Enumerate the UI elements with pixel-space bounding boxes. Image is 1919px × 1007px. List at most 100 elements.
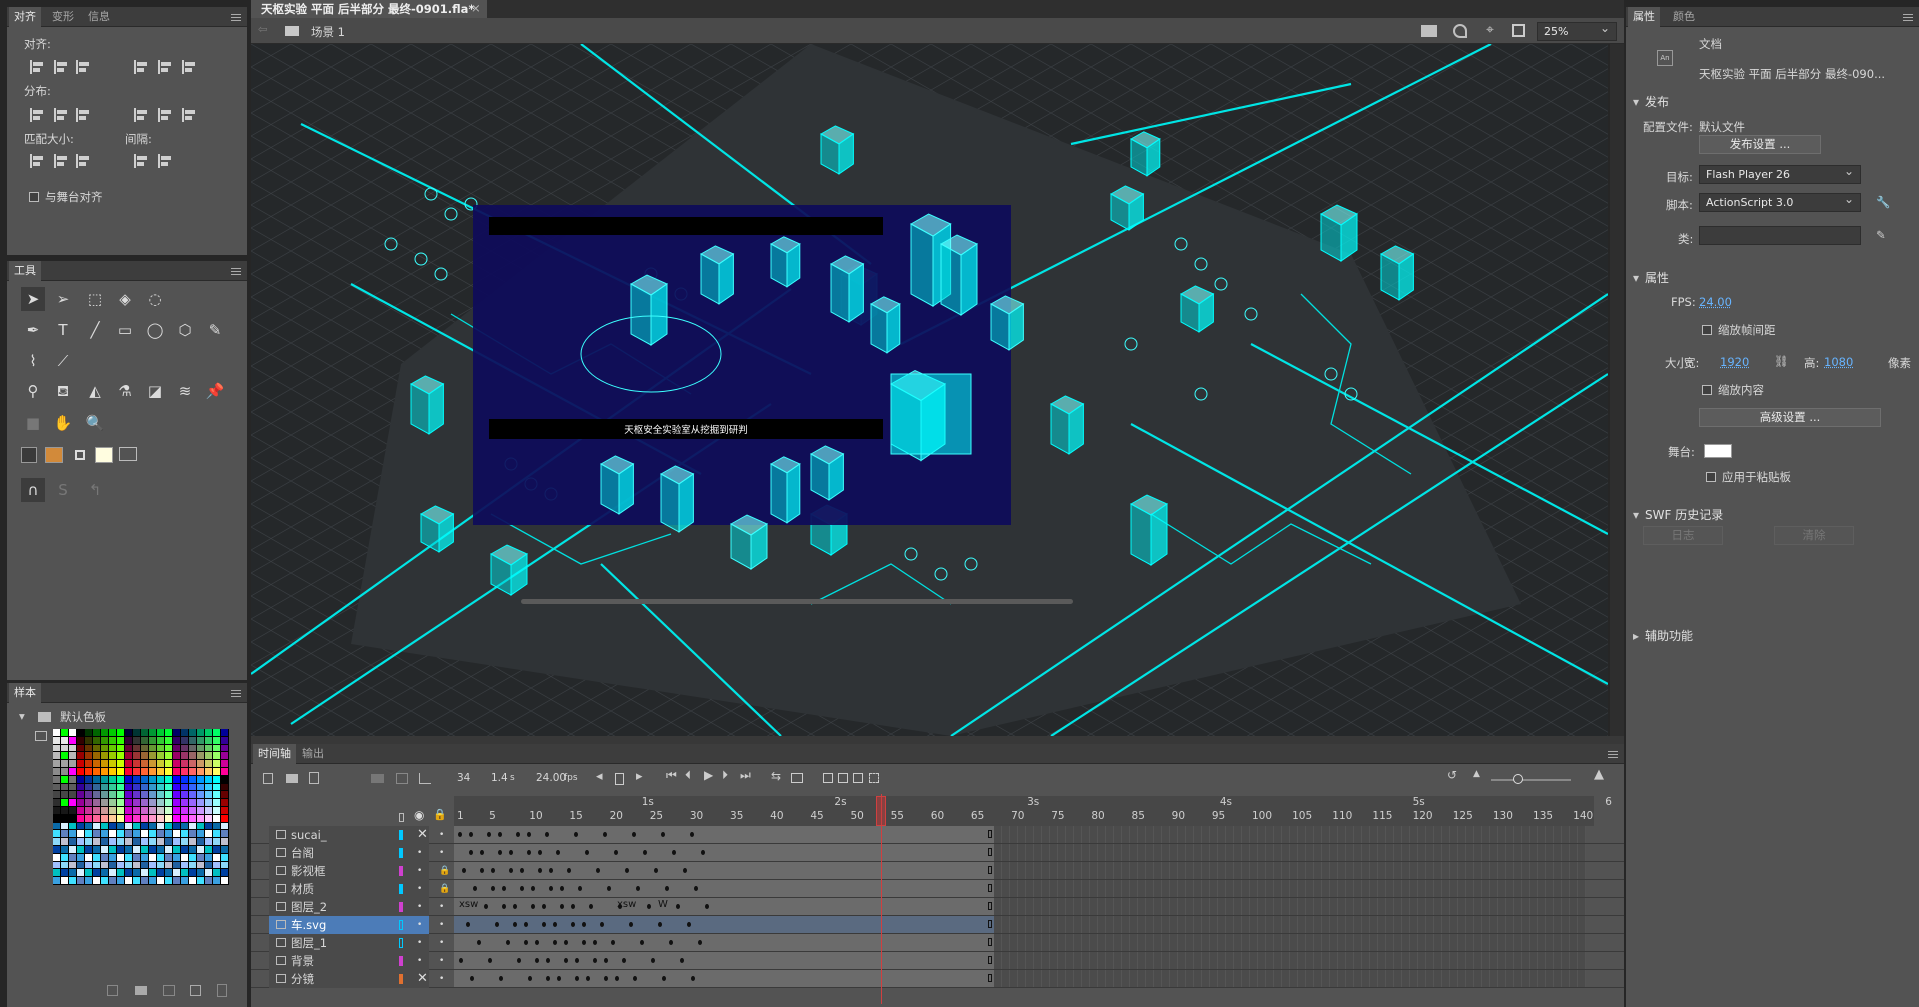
keyframe-dot[interactable] [564, 940, 568, 945]
step-back-icon[interactable]: ⏴ [685, 768, 691, 783]
polystar-tool-icon[interactable]: ⬡ [173, 318, 197, 342]
layer-name[interactable]: 图层_2 • • [269, 898, 444, 916]
keyframe-dot[interactable] [546, 958, 550, 963]
unlocked-dot-icon[interactable]: • [439, 916, 444, 934]
edit-scene-icon[interactable] [1421, 25, 1437, 37]
class-input[interactable] [1699, 226, 1861, 245]
last-frame-icon[interactable]: ⏭ [740, 768, 751, 783]
keyframe-dot[interactable] [705, 904, 709, 909]
layer-row[interactable]: 图层_2 • • [251, 898, 1624, 916]
keyframe-dot[interactable] [458, 832, 462, 837]
empty-frames[interactable] [994, 952, 1586, 969]
keyframe-dot[interactable] [549, 868, 553, 873]
empty-frames[interactable] [994, 916, 1586, 933]
layer-name[interactable]: 图层_1 • • [269, 934, 444, 952]
keyframe-dot[interactable] [593, 940, 597, 945]
layer-row[interactable]: 分镜 ✕ • [251, 970, 1624, 988]
graph-icon[interactable] [419, 773, 431, 784]
match-size-icon[interactable] [75, 153, 93, 169]
keyframe-dot[interactable] [535, 958, 539, 963]
layer-name[interactable]: 影视框 • 🔒 [269, 862, 450, 880]
width-tool-icon[interactable]: ≋ [173, 379, 197, 403]
keyframe-dot[interactable] [600, 922, 604, 927]
apply-pasteboard-checkbox[interactable] [1706, 472, 1716, 482]
camera-tool-icon[interactable]: ■ [21, 411, 45, 435]
fill-color-swatch[interactable] [45, 447, 63, 463]
keyframe-dot[interactable] [509, 868, 513, 873]
layer-color-swatch[interactable] [399, 938, 403, 948]
frame-span[interactable] [454, 970, 994, 987]
swatch-add-icon[interactable] [107, 985, 118, 996]
distribute-vcenter-icon[interactable] [53, 107, 71, 123]
keyframe-dot[interactable] [575, 976, 579, 981]
frame-span[interactable] [454, 898, 994, 915]
keyframe-dot[interactable] [680, 958, 684, 963]
step-forward-icon[interactable]: ⏵ [722, 768, 728, 783]
unlocked-dot-icon[interactable]: • [439, 898, 444, 916]
keyframe-dot[interactable] [499, 976, 503, 981]
keyframe-dot[interactable] [502, 904, 506, 909]
width-value[interactable]: 1920 [1720, 355, 1749, 369]
subselection-tool-icon[interactable]: ➢ [51, 287, 75, 311]
keyframe-dot[interactable] [698, 940, 702, 945]
visibility-dot-icon[interactable]: • [417, 916, 422, 934]
keyframe-dot[interactable] [661, 832, 665, 837]
onion-skin-icon[interactable] [823, 773, 833, 783]
vertical-scrollbar[interactable] [1610, 44, 1624, 736]
keyframe-dot[interactable] [462, 868, 466, 873]
keyframe-dot[interactable] [498, 832, 502, 837]
frame-span[interactable] [454, 844, 994, 861]
keyframe-dot[interactable] [556, 850, 560, 855]
keyframe-dot[interactable] [502, 886, 506, 891]
tab-color[interactable]: 颜色 [1668, 7, 1700, 27]
loop-range-icon[interactable] [791, 773, 803, 783]
hand-tool-icon[interactable]: ✋ [51, 411, 75, 435]
panel-menu-icon[interactable] [1608, 751, 1618, 758]
keyframe-dot[interactable] [488, 958, 492, 963]
space-vertical-icon[interactable] [133, 153, 151, 169]
keyframe-dot[interactable] [687, 922, 691, 927]
eraser-icon[interactable]: ◪ [143, 379, 167, 403]
keyframe-dot[interactable] [542, 922, 546, 927]
keyframe-dot[interactable] [669, 940, 673, 945]
keyframe-dot[interactable] [683, 868, 687, 873]
keyframe-dot[interactable] [516, 832, 520, 837]
keyframe-dot[interactable] [560, 886, 564, 891]
stage-color-swatch[interactable] [1704, 444, 1732, 458]
eye-icon[interactable]: ◉ [414, 808, 424, 822]
match-width-icon[interactable] [29, 153, 47, 169]
frame-span[interactable] [454, 826, 994, 843]
layer-name[interactable]: 背景 • • [269, 952, 444, 970]
keyframe-dot[interactable] [480, 868, 484, 873]
tab-timeline[interactable]: 时间轴 [253, 744, 296, 764]
unlocked-dot-icon[interactable]: • [439, 952, 444, 970]
layer-name[interactable]: 台阁 • • [269, 844, 444, 862]
align-bottom-icon[interactable] [181, 59, 199, 75]
tab-properties[interactable]: 属性 [1628, 7, 1660, 27]
keyframe-dot[interactable] [614, 850, 618, 855]
swatches-folder-label[interactable]: 默认色板 [60, 709, 106, 725]
align-vcenter-icon[interactable] [157, 59, 175, 75]
keyframe-dot[interactable] [691, 976, 695, 981]
layer-row[interactable]: 材质 • 🔒 [251, 880, 1624, 898]
publish-section[interactable]: 发布 [1633, 93, 1669, 110]
height-value[interactable]: 1080 [1824, 355, 1853, 369]
visibility-dot-icon[interactable]: • [417, 844, 422, 862]
keyframe-dot[interactable] [528, 976, 532, 981]
layer-color-swatch[interactable] [399, 974, 403, 984]
keyframe-dot[interactable] [633, 976, 637, 981]
zoom-slider-handle[interactable] [1513, 774, 1523, 784]
clear-button[interactable]: 清除 [1774, 526, 1854, 545]
keyframe-dot[interactable] [582, 922, 586, 927]
keyframe-dot[interactable] [498, 850, 502, 855]
panel-menu-icon[interactable] [231, 268, 241, 275]
zoom-select[interactable]: 25% [1537, 20, 1617, 41]
keyframe-dot[interactable] [506, 940, 510, 945]
keyframe-dot[interactable] [604, 976, 608, 981]
rectangle-tool-icon[interactable]: ▭ [113, 318, 137, 342]
scene-name[interactable]: 场景 1 [311, 24, 345, 40]
insert-keyframe-icon[interactable] [615, 773, 624, 785]
keyframe-dot[interactable] [607, 886, 611, 891]
keyframe-dot[interactable] [495, 922, 499, 927]
publish-settings-button[interactable]: 发布设置 ... [1699, 135, 1821, 154]
